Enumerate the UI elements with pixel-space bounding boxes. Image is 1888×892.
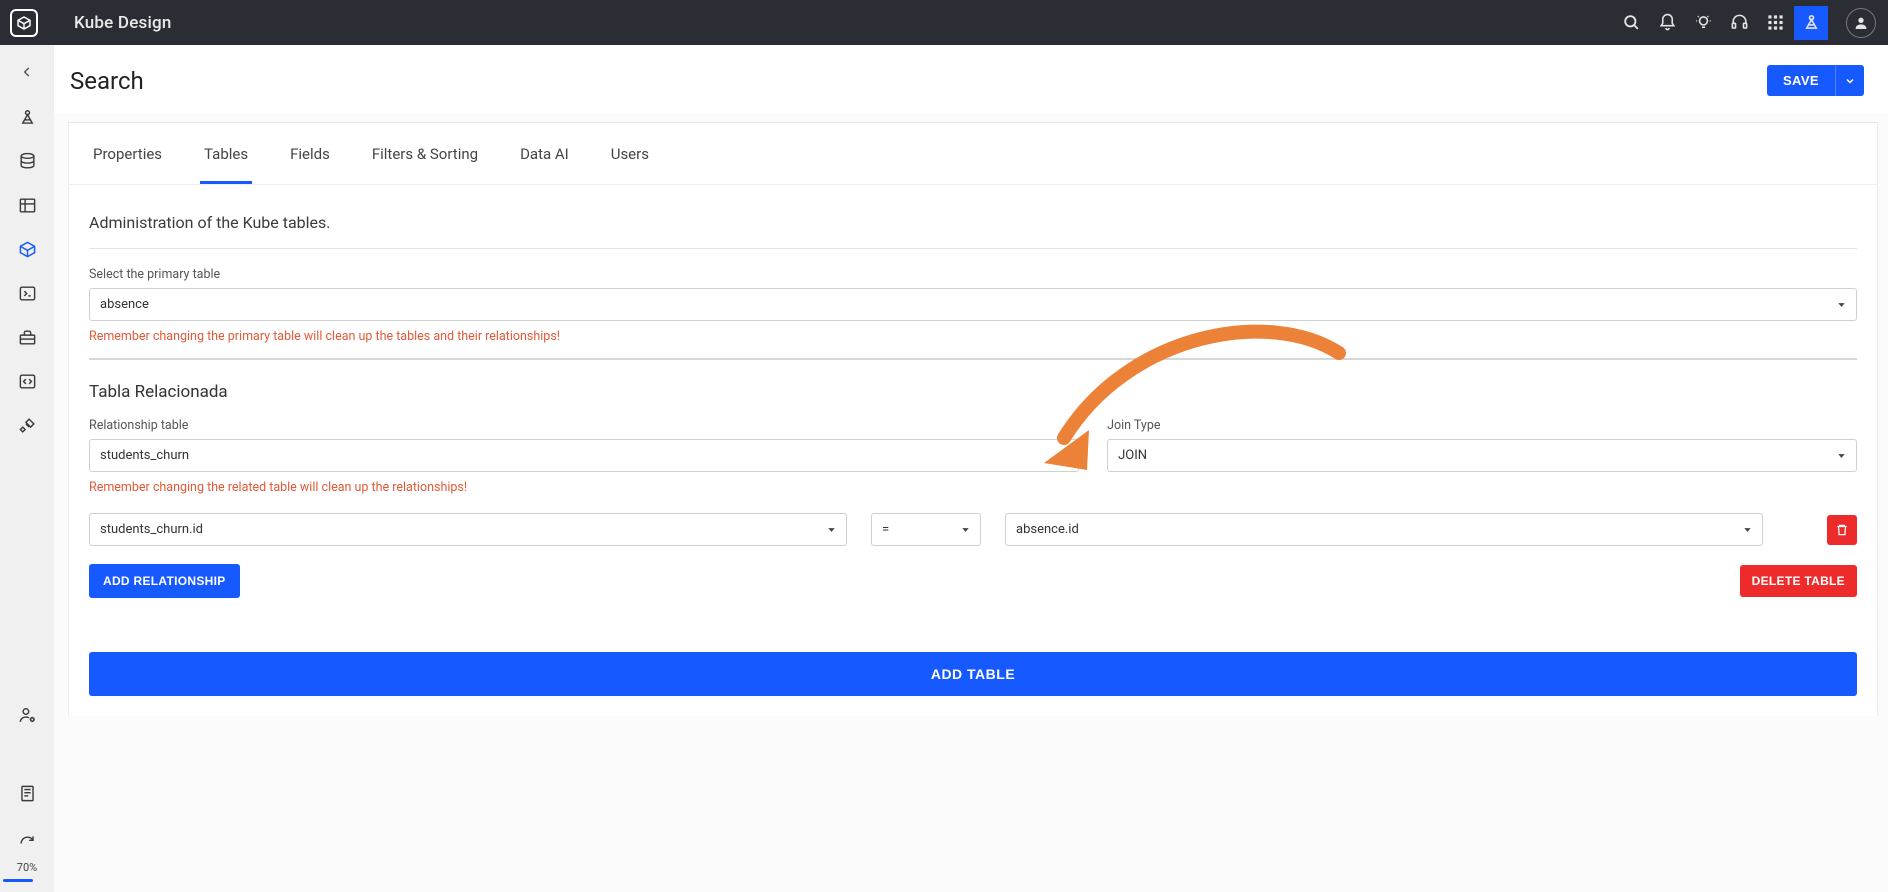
save-button-group: SAVE [1767, 65, 1864, 96]
related-warning: Remember changing the related table will… [89, 480, 1079, 495]
rel-right-select[interactable]: absence.id [1005, 513, 1763, 546]
tab-users[interactable]: Users [607, 123, 653, 184]
sidebar-item-table[interactable] [0, 183, 54, 227]
user-avatar[interactable] [1846, 8, 1876, 38]
sidebar-bottom: 70% [0, 695, 54, 892]
collapse-sidebar-icon[interactable] [0, 53, 54, 91]
tab-filters-sorting[interactable]: Filters & Sorting [368, 123, 482, 184]
rel-op-select[interactable]: = [871, 513, 981, 546]
rel-op-wrap: = [871, 513, 981, 546]
join-type-col: Join Type JOIN [1107, 418, 1857, 472]
delete-relationship-button[interactable] [1827, 515, 1857, 545]
sidebar-item-code[interactable] [0, 359, 54, 403]
rel-left-wrap: students_churn.id [89, 513, 847, 546]
add-table-button[interactable]: ADD TABLE [89, 652, 1857, 696]
sidebar-item-docs[interactable] [0, 773, 54, 813]
sidebar-item-tools[interactable] [0, 403, 54, 447]
main-layout: 70% Search SAVE Properties Tables Fields… [0, 45, 1888, 892]
sidebar-item-user-settings[interactable] [0, 695, 54, 735]
bell-icon[interactable] [1650, 6, 1684, 40]
zoom-indicator [3, 879, 33, 882]
tab-properties[interactable]: Properties [89, 123, 166, 184]
header-left: Kube Design [10, 9, 171, 37]
delete-table-button[interactable]: DELETE TABLE [1740, 565, 1857, 597]
app-title: Kube Design [74, 13, 171, 33]
design-mode-icon[interactable] [1794, 6, 1828, 40]
rel-left-select[interactable]: students_churn.id [89, 513, 847, 546]
primary-table-select[interactable]: absence [89, 288, 1857, 321]
save-button[interactable]: SAVE [1767, 65, 1835, 96]
sidebar-item-kube[interactable] [0, 227, 54, 271]
search-icon[interactable] [1614, 6, 1648, 40]
primary-warning: Remember changing the primary table will… [89, 329, 1857, 344]
tabs: Properties Tables Fields Filters & Sorti… [69, 123, 1877, 185]
headset-icon[interactable] [1722, 6, 1756, 40]
tab-card: Properties Tables Fields Filters & Sorti… [68, 122, 1878, 716]
section-subtitle: Administration of the Kube tables. [89, 213, 1857, 232]
lightbulb-icon[interactable] [1686, 6, 1720, 40]
tab-body: Administration of the Kube tables. Selec… [69, 185, 1877, 716]
sidebar-item-design[interactable] [0, 95, 54, 139]
tab-data-ai[interactable]: Data AI [516, 123, 573, 184]
primary-table-select-wrap: absence [89, 288, 1857, 321]
sidebar-item-terminal[interactable] [0, 271, 54, 315]
header-right [1614, 6, 1876, 40]
action-row: ADD RELATIONSHIP DELETE TABLE [89, 564, 1857, 598]
relationship-table-select[interactable]: students_churn [89, 439, 1079, 472]
relationship-mapping-row: students_churn.id = absence.id [89, 513, 1857, 546]
save-dropdown-button[interactable] [1835, 65, 1864, 96]
sidebar-item-toolbox[interactable] [0, 315, 54, 359]
app-header: Kube Design [0, 0, 1888, 45]
add-relationship-button[interactable]: ADD RELATIONSHIP [89, 564, 240, 598]
related-row: Relationship table students_churn Rememb… [89, 418, 1857, 495]
tab-fields[interactable]: Fields [286, 123, 334, 184]
page-title: Search [70, 67, 144, 95]
sidebar-items [0, 95, 54, 447]
relationship-table-col: Relationship table students_churn Rememb… [89, 418, 1079, 495]
primary-table-label: Select the primary table [89, 267, 1857, 282]
app-logo[interactable] [10, 9, 38, 37]
divider [89, 248, 1857, 249]
join-type-label: Join Type [1107, 418, 1857, 433]
apps-grid-icon[interactable] [1758, 6, 1792, 40]
rel-right-wrap: absence.id [1005, 513, 1763, 546]
left-sidebar: 70% [0, 45, 54, 892]
zoom-level: 70% [17, 861, 37, 874]
divider [89, 358, 1857, 360]
tab-tables[interactable]: Tables [200, 123, 252, 184]
content-area: Search SAVE Properties Tables Fields Fil… [54, 45, 1888, 892]
sidebar-item-redo[interactable] [0, 827, 54, 859]
content-header: Search SAVE [54, 45, 1888, 114]
sidebar-item-database[interactable] [0, 139, 54, 183]
relationship-table-label: Relationship table [89, 418, 1079, 433]
relationship-table-select-wrap: students_churn [89, 439, 1079, 472]
related-title: Tabla Relacionada [89, 382, 1857, 402]
join-type-select[interactable]: JOIN [1107, 439, 1857, 472]
join-type-select-wrap: JOIN [1107, 439, 1857, 472]
